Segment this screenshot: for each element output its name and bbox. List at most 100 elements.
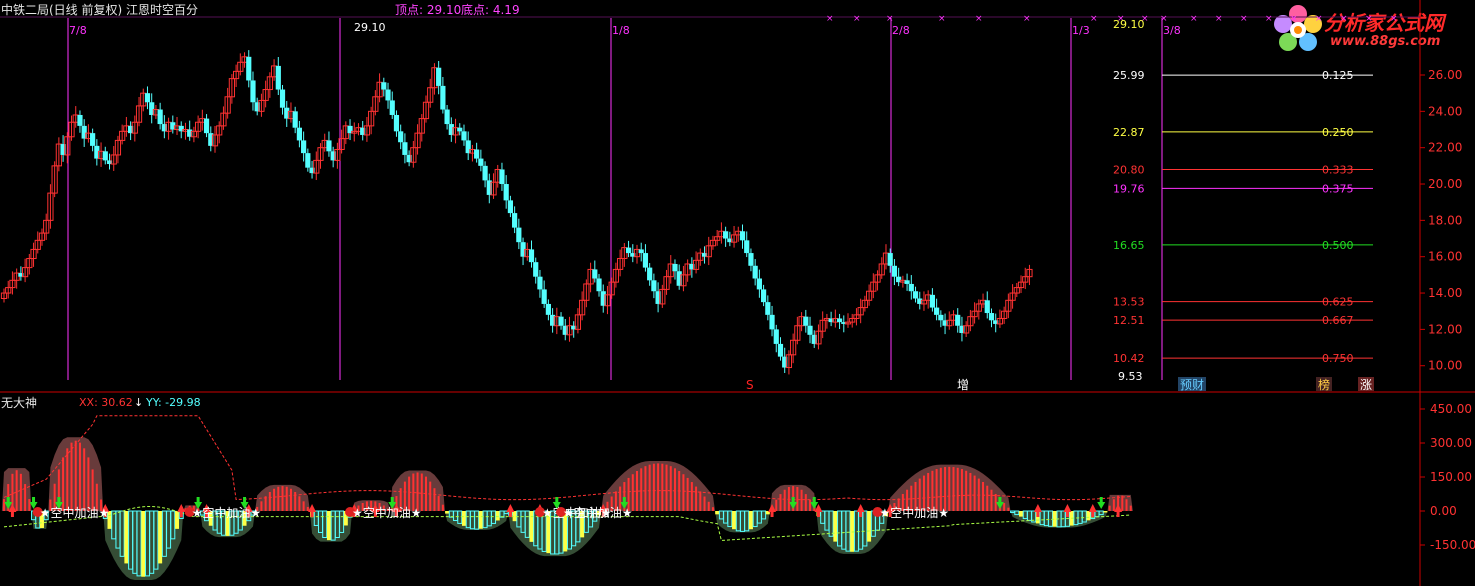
arrow-up-icon xyxy=(1033,504,1042,512)
arrow-up-icon xyxy=(770,512,774,517)
candle-body xyxy=(904,280,910,284)
indicator-bar xyxy=(969,472,972,511)
indicator-bar xyxy=(512,511,517,522)
candle-body xyxy=(144,93,151,103)
candle-body xyxy=(836,318,843,323)
arrow-up-icon xyxy=(179,512,183,517)
indicator-bar xyxy=(939,467,942,511)
gann-level-price: 10.42 xyxy=(1113,352,1145,365)
arrow-up-icon xyxy=(310,512,314,517)
candle-body xyxy=(393,114,400,132)
indicator-bar xyxy=(83,448,86,511)
arrow-down-icon xyxy=(196,497,200,502)
indicator-bar xyxy=(850,511,855,552)
gann-level-ratio: 0.333 xyxy=(1322,163,1354,176)
indicator-tick-label: 0.00 xyxy=(1430,504,1457,518)
arrow-up-icon xyxy=(1036,512,1040,517)
time-line-label: 1/8 xyxy=(612,24,630,37)
indicator-bar xyxy=(800,489,803,511)
candle-body xyxy=(381,82,387,90)
indicator-bar xyxy=(1003,503,1006,511)
indicator-bar xyxy=(686,477,689,511)
indicator-bar xyxy=(78,442,81,511)
indicator-bar xyxy=(665,464,668,511)
candle-body xyxy=(596,278,602,292)
candle-body xyxy=(436,67,442,86)
candle-body xyxy=(887,253,893,266)
indicator-bar xyxy=(91,469,94,511)
candle-body xyxy=(102,151,108,161)
candle-body xyxy=(739,231,746,241)
top-marker: × xyxy=(975,14,983,24)
candle-body xyxy=(988,313,995,321)
candle-body xyxy=(482,165,488,181)
top-marker: × xyxy=(1365,14,1373,24)
indicator-bar xyxy=(1121,495,1124,511)
candle-body xyxy=(474,149,480,159)
price-tick-label: 10.00 xyxy=(1428,359,1462,373)
candle-body xyxy=(516,227,522,243)
indicator-bar xyxy=(289,488,292,511)
candle-body xyxy=(292,111,298,128)
gann-level-price: 22.87 xyxy=(1113,126,1145,139)
indicator-bar xyxy=(965,470,968,511)
candle-body xyxy=(748,253,754,266)
top-marker: × xyxy=(1240,14,1248,24)
indicator-bar xyxy=(956,467,959,511)
indicator-bar xyxy=(141,511,146,577)
arrow-down-icon xyxy=(1099,497,1103,502)
candle-body xyxy=(157,109,163,125)
arrow-up-icon xyxy=(177,504,186,512)
candle-body xyxy=(385,89,391,101)
arrow-down-icon xyxy=(998,497,1002,502)
candle-body xyxy=(203,118,210,134)
candle-body xyxy=(246,56,252,81)
price-tick-label: 20.00 xyxy=(1428,177,1462,191)
indicator-bar xyxy=(87,457,90,511)
arrow-down-icon xyxy=(390,497,394,502)
indicator-bar xyxy=(28,499,31,511)
gann-level-ratio: 0.375 xyxy=(1322,182,1354,195)
indicator-bar xyxy=(433,488,436,511)
indicator-bar xyxy=(804,494,807,511)
indicator-bar xyxy=(1125,499,1128,511)
candle-body xyxy=(769,314,775,330)
candle-body xyxy=(934,307,940,315)
indicator-title: 无大神 xyxy=(1,396,37,410)
indicator-bar xyxy=(273,488,276,511)
time-line-label: 3/8 xyxy=(1163,24,1181,37)
candle-body xyxy=(545,303,551,315)
gann-level-price: 29.10 xyxy=(1113,18,1145,31)
indicator-bar xyxy=(1019,511,1024,517)
candle-body xyxy=(301,140,307,154)
gann-level-price: 12.51 xyxy=(1113,314,1145,327)
indicator-bar xyxy=(478,511,483,529)
indicator-bar xyxy=(124,511,129,564)
event-marker: 涨 xyxy=(1360,377,1372,392)
candle-body xyxy=(507,200,513,214)
top-marker: × xyxy=(1390,14,1398,24)
indicator-bar xyxy=(775,499,778,511)
top-marker: × xyxy=(1290,14,1298,24)
indicator-bar xyxy=(15,470,18,511)
arrow-down-icon xyxy=(1097,502,1106,509)
indicator-bar xyxy=(833,511,838,542)
indicator-bar xyxy=(783,489,786,511)
indicator-bar xyxy=(636,471,638,511)
indicator-bar xyxy=(495,511,500,521)
indicator-bar xyxy=(931,470,934,511)
indicator-bar xyxy=(669,466,672,511)
top-marker: × xyxy=(1160,14,1168,24)
indicator-bar xyxy=(952,467,955,511)
arrow-up-icon xyxy=(508,512,512,517)
gann-level-price: 20.80 xyxy=(1113,163,1145,176)
candle-body xyxy=(773,329,779,344)
indicator-bar xyxy=(74,440,77,511)
gann-level-ratio: 0.667 xyxy=(1322,314,1354,327)
candle-body xyxy=(402,142,408,155)
arrow-up-icon xyxy=(816,512,820,517)
candle-body xyxy=(807,325,813,335)
candle-body xyxy=(638,249,644,254)
candle-body xyxy=(647,267,653,281)
indicator-bar xyxy=(529,511,534,542)
